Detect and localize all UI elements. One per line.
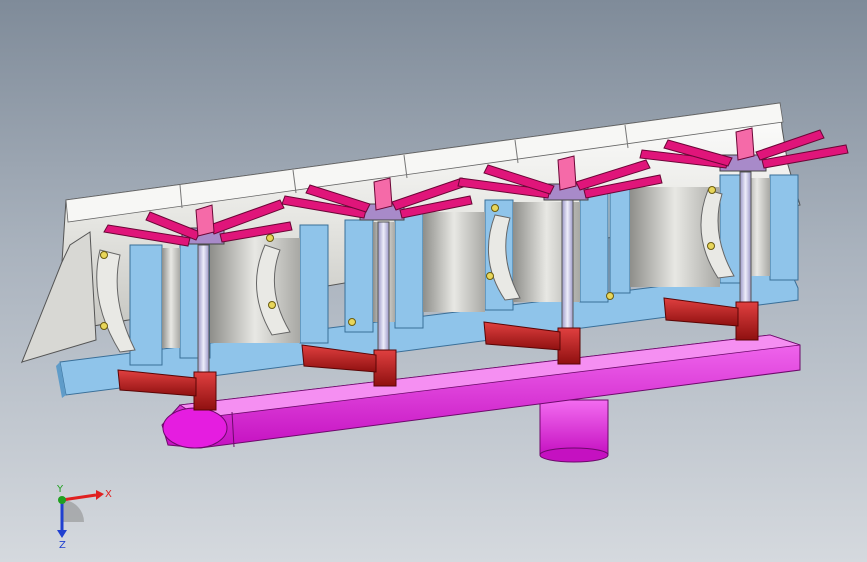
y-axis-label: Y [56, 484, 64, 495]
z-axis-label: Z [59, 540, 66, 548]
y-axis-point-icon [58, 496, 66, 504]
assembly-model[interactable] [0, 0, 867, 562]
x-axis-label: X [105, 489, 112, 500]
cad-viewport[interactable]: X Y Z [0, 0, 867, 562]
x-axis-arrow-icon [61, 493, 97, 502]
axis-triad: X Y Z [56, 484, 112, 548]
triad-plane-icon [62, 500, 84, 522]
